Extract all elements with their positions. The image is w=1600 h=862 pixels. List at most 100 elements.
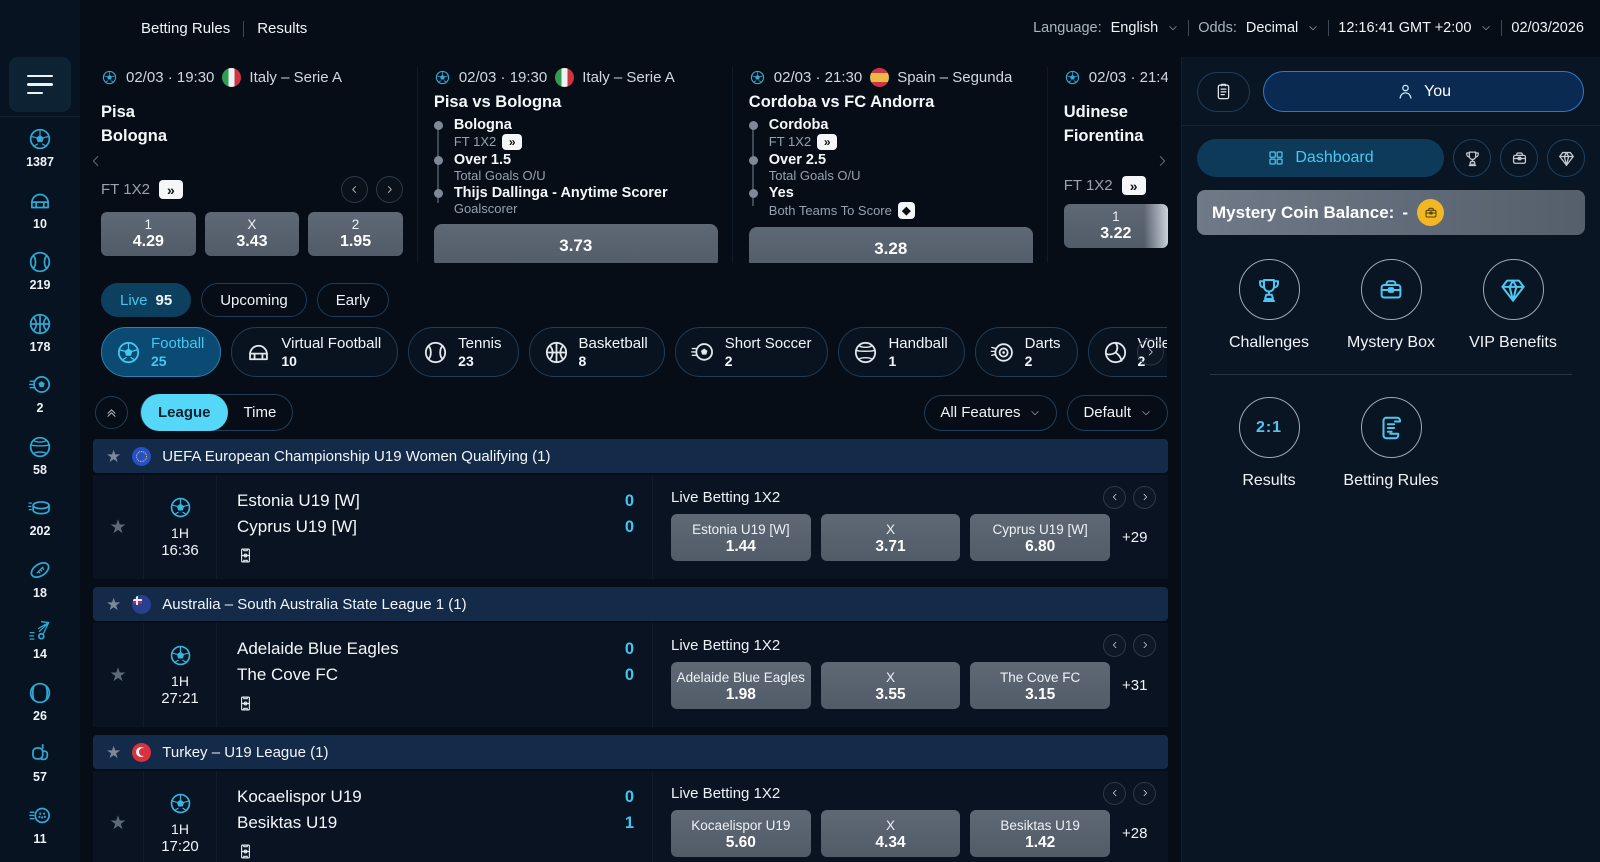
odds-label: Adelaide Blue Eagles — [677, 669, 805, 686]
group-by-time-tab[interactable]: Time — [228, 404, 293, 421]
tab-challenges[interactable] — [1453, 139, 1491, 177]
chip-virtual-football[interactable]: Virtual Football 10 — [231, 327, 398, 377]
sidebar-sport-cycling[interactable]: 1 — [0, 855, 80, 862]
sidebar-sport-short-soccer[interactable]: 2 — [0, 363, 80, 425]
language-value[interactable]: English — [1111, 20, 1159, 36]
you-account-button[interactable]: You — [1263, 71, 1584, 112]
card-prev-button[interactable] — [341, 176, 368, 203]
sidebar-sport-rugby[interactable]: 18 — [0, 548, 80, 610]
shortcut-betting-rules[interactable]: Betting Rules — [1330, 397, 1452, 512]
favorite-star-icon[interactable]: ★ — [93, 623, 144, 727]
odds-button[interactable]: 1 3.22 — [1064, 204, 1168, 248]
combo-odds-button[interactable]: 3.73 — [434, 224, 718, 263]
odds-button[interactable]: X 4.34 — [821, 810, 961, 857]
favorite-star-icon[interactable]: ★ — [106, 744, 121, 761]
favorite-star-icon[interactable]: ★ — [106, 448, 121, 465]
odds-button[interactable]: 2 1.95 — [308, 212, 403, 256]
odds-button[interactable]: Adelaide Blue Eagles 1.98 — [671, 662, 811, 709]
odds-button[interactable]: X 3.55 — [821, 662, 961, 709]
more-markets-link[interactable]: +29 — [1122, 529, 1156, 546]
sidebar-sport-handball[interactable]: 58 — [0, 425, 80, 487]
match-teams[interactable]: Estonia U19 [W] Cyprus U19 [W] 0 0 — [217, 475, 653, 579]
sort-dropdown[interactable]: Default — [1067, 395, 1168, 431]
market-next-button[interactable] — [1133, 634, 1156, 657]
match-teams[interactable]: Kocaelispor U19 Besiktas U19 0 1 — [217, 771, 653, 862]
odds-label: X — [886, 669, 895, 686]
pitch-stats-icon[interactable] — [237, 843, 254, 860]
odds-button[interactable]: Estonia U19 [W] 1.44 — [671, 514, 811, 561]
combo-leg: Cordoba FT 1X2 » — [769, 117, 1033, 150]
tab-early[interactable]: Early — [317, 283, 389, 317]
more-markets-link[interactable]: +28 — [1122, 825, 1156, 842]
hamburger-menu-button[interactable] — [9, 57, 71, 112]
favorite-star-icon[interactable]: ★ — [106, 596, 121, 613]
league-header[interactable]: ★ UEFA European Championship U19 Women Q… — [93, 439, 1168, 473]
sidebar-sport-boxing[interactable]: 57 — [0, 732, 80, 794]
pitch-stats-icon[interactable] — [237, 695, 254, 712]
shortcut-challenges[interactable]: Challenges — [1208, 259, 1330, 374]
odds-button[interactable]: Kocaelispor U19 5.60 — [671, 810, 811, 857]
chip-darts[interactable]: Darts 2 — [975, 327, 1078, 377]
odds-button[interactable]: X 3.43 — [205, 212, 300, 256]
more-markets-link[interactable]: +31 — [1122, 677, 1156, 694]
odds-button[interactable]: Cyprus U19 [W] 6.80 — [970, 514, 1110, 561]
market-prev-button[interactable] — [1103, 486, 1126, 509]
chips-scroll-next-button[interactable] — [1137, 339, 1164, 366]
league-header[interactable]: ★ Australia – South Australia State Leag… — [93, 587, 1168, 621]
odds-button[interactable]: The Cove FC 3.15 — [970, 662, 1110, 709]
featured-carousel: 02/03 · 19:30 Italy – Serie A Pisa Bolog… — [93, 57, 1168, 263]
group-by-league-tab[interactable]: League — [141, 394, 228, 431]
sidebar-sport-ice-hockey[interactable]: 202 — [0, 486, 80, 548]
odds-value: 1.44 — [726, 538, 756, 555]
odds-button[interactable]: 1 4.29 — [101, 212, 196, 256]
chevron-down-icon[interactable] — [1167, 22, 1179, 34]
chevron-down-icon[interactable] — [1480, 22, 1492, 34]
tab-vip-benefits[interactable] — [1547, 139, 1585, 177]
combo-odds-button[interactable]: 3.28 — [749, 227, 1033, 263]
divider — [1501, 20, 1502, 36]
combo-title: Pisa vs Bologna — [434, 93, 718, 112]
odds-button[interactable]: Besiktas U19 1.42 — [970, 810, 1110, 857]
sidebar-sport-virtual-football[interactable]: 10 — [0, 179, 80, 241]
market-prev-button[interactable] — [1103, 782, 1126, 805]
betting-rules-link[interactable]: Betting Rules — [141, 20, 230, 37]
tab-upcoming[interactable]: Upcoming — [201, 283, 307, 317]
chip-football[interactable]: Football 25 — [101, 327, 221, 377]
sidebar-sport-badminton[interactable]: 14 — [0, 609, 80, 671]
chevron-down-icon[interactable] — [1307, 22, 1319, 34]
sidebar-sport-tennis[interactable]: 219 — [0, 240, 80, 302]
chip-handball[interactable]: Handball 1 — [838, 327, 964, 377]
sidebar-sport-baseball[interactable]: 26 — [0, 671, 80, 733]
features-dropdown[interactable]: All Features — [924, 395, 1057, 431]
shortcut-mystery-box[interactable]: Mystery Box — [1330, 259, 1452, 374]
favorite-star-icon[interactable]: ★ — [93, 771, 144, 862]
away-team: Cyprus U19 [W] — [237, 514, 608, 540]
market-next-button[interactable] — [1133, 782, 1156, 805]
match-datetime: 02/03 · 19:30 — [459, 69, 547, 86]
tab-mystery-box[interactable] — [1500, 139, 1538, 177]
favorite-star-icon[interactable]: ★ — [93, 475, 144, 579]
odds-format-value[interactable]: Decimal — [1246, 20, 1298, 36]
league-header[interactable]: ★ Turkey – U19 League (1) — [93, 735, 1168, 769]
chip-basketball[interactable]: Basketball 8 — [529, 327, 665, 377]
shortcut-results[interactable]: 2:1 Results — [1208, 397, 1330, 512]
sidebar-sport-basketball[interactable]: 178 — [0, 302, 80, 364]
odds-button[interactable]: X 3.71 — [821, 514, 961, 561]
shortcut-vip-benefits[interactable]: VIP Benefits — [1452, 259, 1574, 374]
sidebar-sport-golf[interactable]: 11 — [0, 794, 80, 856]
results-link[interactable]: Results — [257, 20, 307, 37]
football-icon — [168, 495, 193, 520]
collapse-all-button[interactable] — [95, 396, 128, 429]
pitch-stats-icon[interactable] — [237, 547, 254, 564]
match-teams[interactable]: Adelaide Blue Eagles The Cove FC 0 0 — [217, 623, 653, 727]
chip-tennis[interactable]: Tennis 23 — [408, 327, 518, 377]
tab-dashboard[interactable]: Dashboard — [1197, 139, 1444, 177]
sidebar-sport-football[interactable]: 1387 — [0, 117, 80, 179]
betslip-button[interactable] — [1197, 72, 1250, 112]
card-next-button[interactable] — [376, 176, 403, 203]
market-next-button[interactable] — [1133, 486, 1156, 509]
chip-short-soccer[interactable]: Short Soccer 2 — [675, 327, 829, 377]
market-prev-button[interactable] — [1103, 634, 1126, 657]
tab-live[interactable]: Live 95 — [101, 283, 191, 317]
features-dropdown-value: All Features — [940, 404, 1020, 421]
